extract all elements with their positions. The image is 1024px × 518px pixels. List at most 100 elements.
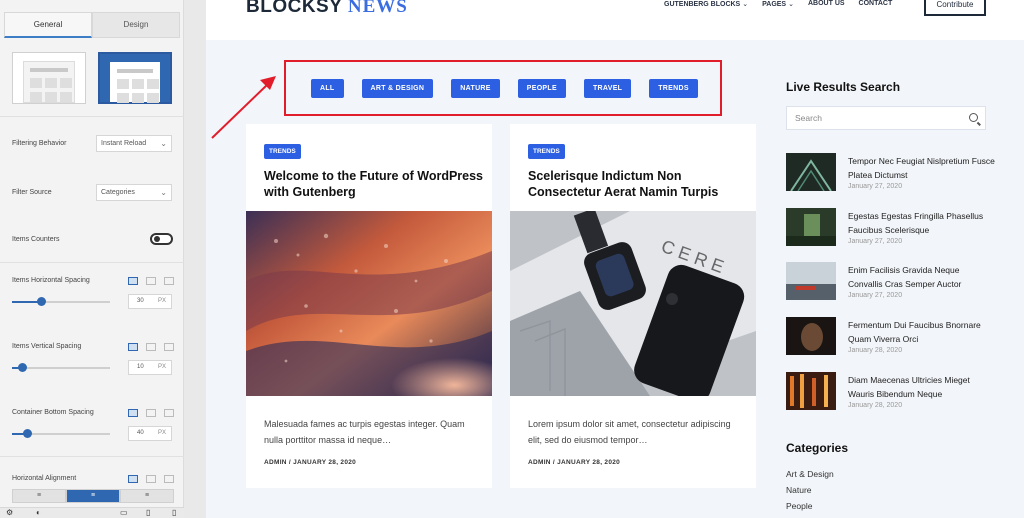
post-card[interactable]: TRENDS Scelerisque Indictum Non Consecte… [510, 124, 756, 488]
h-spacing-input[interactable]: 30 PX [128, 294, 172, 309]
settings-tabs: General Design [4, 12, 180, 38]
post-title[interactable]: Diam Maecenas Ultricies Mieget Wauris Bi… [848, 374, 996, 401]
divider [0, 456, 184, 457]
nav-item-pages[interactable]: PAGES ⌄ [762, 0, 794, 12]
card-title[interactable]: Welcome to the Future of WordPress with … [264, 168, 486, 200]
sidebar-post[interactable]: Egestas Egestas Fringilla Phasellus Fauc… [786, 208, 996, 248]
desktop-icon[interactable] [128, 409, 138, 417]
filter-all[interactable]: ALL [311, 79, 344, 98]
settings-icon[interactable]: ⚙ [6, 508, 13, 517]
search-icon[interactable] [969, 113, 978, 122]
sidebar-post[interactable]: Fermentum Dui Faucibus Bnornare Quam Viv… [786, 317, 996, 357]
h-spacing-slider[interactable] [12, 297, 110, 306]
tab-design[interactable]: Design [92, 12, 180, 38]
v-spacing-slider[interactable] [12, 363, 110, 372]
sidebar-post[interactable]: Diam Maecenas Ultricies Mieget Wauris Bi… [786, 372, 996, 412]
post-thumbnail[interactable] [786, 262, 836, 300]
categories-widget-title: Categories [786, 441, 849, 455]
slider-handle[interactable] [37, 297, 47, 306]
category-link[interactable]: People [786, 501, 812, 511]
chevron-down-icon: ⌄ [160, 188, 167, 197]
nav-item-gutenberg-blocks[interactable]: GUTENBERG BLOCKS ⌄ [664, 0, 748, 12]
block-settings-panel: General Design Filtering Behavior Instan… [0, 0, 184, 518]
post-thumbnail[interactable] [786, 317, 836, 355]
bottom-spacing-slider[interactable] [12, 429, 110, 438]
contrast-icon[interactable]: ◐ [36, 508, 41, 517]
card-title[interactable]: Scelerisque Indictum Non Consectetur Aer… [528, 168, 750, 200]
site-logo[interactable]: BLOCKSY NEWS [246, 0, 408, 18]
logo-main: BLOCKSY [246, 0, 343, 17]
post-card[interactable]: TRENDS Welcome to the Future of WordPres… [246, 124, 492, 488]
sidebar-post[interactable]: Tempor Nec Feugiat Nislpretium Fusce Pla… [786, 153, 996, 193]
align-center-button[interactable]: ≡ [66, 489, 120, 503]
items-counters-toggle[interactable] [150, 233, 173, 245]
filter-art-design[interactable]: ART & DESIGN [361, 79, 434, 98]
editor-bottom-toolbar: ⚙ ◐ ▭ ▯ ▯ [0, 507, 184, 518]
filtering-behavior-label: Filtering Behavior [12, 140, 67, 147]
post-title[interactable]: Tempor Nec Feugiat Nislpretium Fusce Pla… [848, 155, 996, 182]
filter-source-label: Filter Source [12, 189, 52, 196]
alignment-buttons: ≡ ≡ ≡ [12, 489, 174, 503]
filter-trends[interactable]: TRENDS [649, 79, 698, 98]
mobile-icon[interactable] [164, 343, 174, 351]
align-left-button[interactable]: ≡ [12, 489, 66, 503]
post-thumbnail[interactable] [786, 208, 836, 246]
tablet-icon[interactable] [146, 409, 156, 417]
layout-preview [110, 62, 160, 103]
tablet-icon[interactable] [146, 277, 156, 285]
post-thumbnail[interactable] [786, 153, 836, 191]
mobile-icon[interactable] [164, 409, 174, 417]
v-spacing-input[interactable]: 10 PX [128, 360, 172, 375]
post-title[interactable]: Enim Facilisis Gravida Neque Convallis C… [848, 264, 996, 291]
card-category-tag[interactable]: TRENDS [264, 144, 301, 159]
post-thumbnail[interactable] [786, 372, 836, 410]
mobile-icon[interactable] [164, 277, 174, 285]
search-input[interactable]: Search [786, 106, 986, 130]
desktop-preview-icon[interactable]: ▭ [120, 508, 128, 517]
tablet-icon[interactable] [146, 343, 156, 351]
post-date: January 27, 2020 [848, 238, 903, 245]
desktop-icon[interactable] [128, 475, 138, 483]
slider-handle[interactable] [22, 429, 32, 438]
bottom-spacing-input[interactable]: 40 PX [128, 426, 172, 441]
layout-option-grid-selected[interactable] [98, 52, 172, 104]
panel-gutter [184, 0, 206, 518]
post-date: January 28, 2020 [848, 347, 903, 354]
post-date: January 27, 2020 [848, 183, 903, 190]
category-link[interactable]: Nature [786, 485, 812, 495]
filter-people[interactable]: PEOPLE [517, 79, 566, 98]
filter-nature[interactable]: NATURE [451, 79, 500, 98]
responsive-device-icons [128, 475, 174, 483]
tab-general[interactable]: General [4, 12, 92, 38]
mobile-icon[interactable] [164, 475, 174, 483]
layout-option-grid[interactable] [12, 52, 86, 104]
filtering-behavior-select[interactable]: Instant Reload ⌄ [96, 135, 172, 152]
card-excerpt: Lorem ipsum dolor sit amet, consectetur … [528, 419, 731, 445]
align-right-button[interactable]: ≡ [120, 489, 174, 503]
desktop-icon[interactable] [128, 277, 138, 285]
bottom-spacing-label: Container Bottom Spacing [12, 409, 94, 416]
card-image[interactable]: C E R E [510, 211, 756, 396]
category-link[interactable]: Art & Design [786, 469, 834, 479]
tablet-preview-icon[interactable]: ▯ [146, 508, 150, 517]
post-title[interactable]: Egestas Egestas Fringilla Phasellus Fauc… [848, 210, 996, 237]
tablet-icon[interactable] [146, 475, 156, 483]
chevron-down-icon: ⌄ [788, 1, 794, 8]
post-date: January 27, 2020 [848, 292, 903, 299]
filter-travel[interactable]: TRAVEL [583, 79, 632, 98]
slider-handle[interactable] [17, 363, 27, 372]
post-title[interactable]: Fermentum Dui Faucibus Bnornare Quam Viv… [848, 319, 996, 346]
filter-source-select[interactable]: Categories ⌄ [96, 184, 172, 201]
filter-source-value: Categories [101, 189, 135, 196]
nav-item-contact[interactable]: CONTACT [859, 0, 893, 12]
nav-item-about-us[interactable]: ABOUT US [808, 0, 845, 12]
unit-label: PX [157, 364, 166, 370]
card-category-tag[interactable]: TRENDS [528, 144, 565, 159]
sidebar-post[interactable]: Enim Facilisis Gravida Neque Convallis C… [786, 262, 996, 302]
unit-label: PX [157, 430, 166, 436]
desktop-icon[interactable] [128, 343, 138, 351]
contribute-button[interactable]: Contribute [924, 0, 986, 16]
site-preview: BLOCKSY NEWS GUTENBERG BLOCKS ⌄ PAGES ⌄ AB… [206, 0, 1024, 518]
card-image[interactable] [246, 211, 492, 396]
mobile-preview-icon[interactable]: ▯ [172, 508, 176, 517]
